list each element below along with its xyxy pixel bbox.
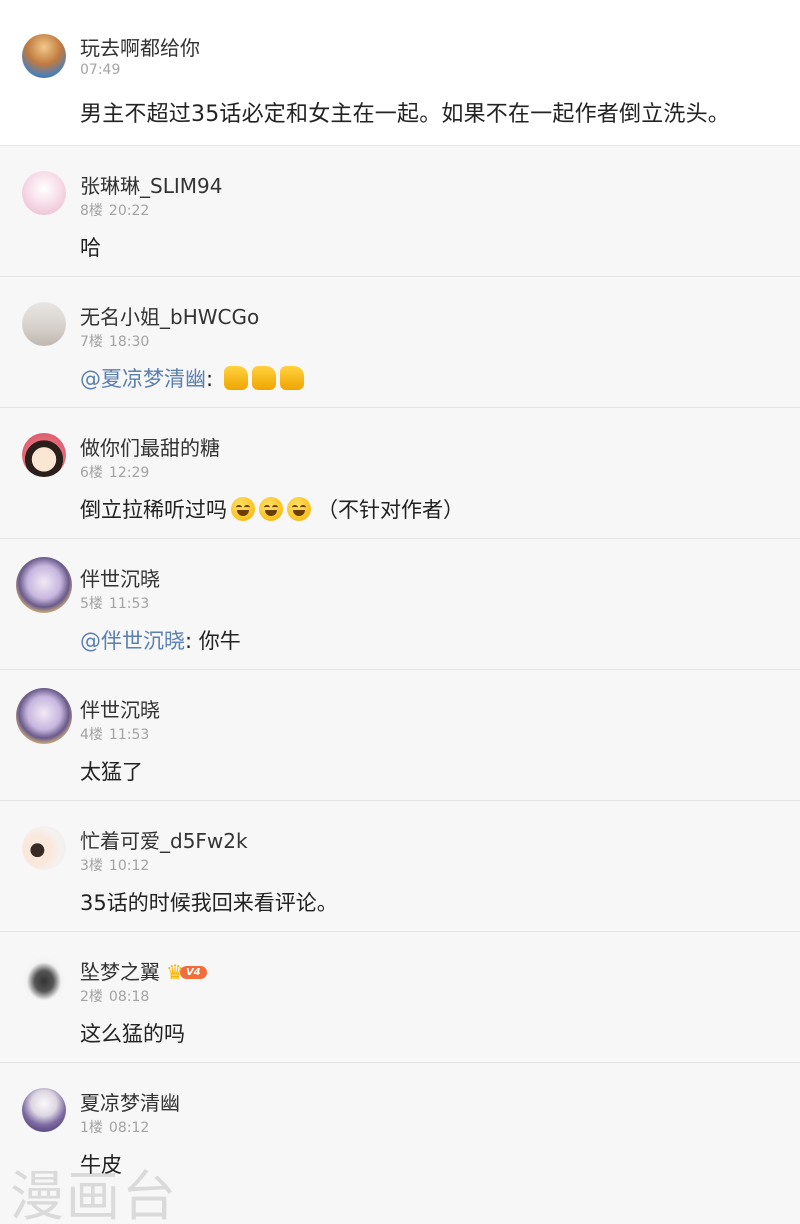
silver-hair-avatar[interactable]	[22, 1088, 66, 1132]
floor-number: 3楼	[80, 858, 103, 874]
floor-number: 5楼	[80, 596, 103, 612]
reply-text: 哈	[80, 236, 101, 260]
username-text: 坠梦之翼	[80, 960, 160, 984]
reply-meta: 7楼 18:30	[80, 331, 149, 351]
reply-time: 12:29	[108, 465, 150, 481]
main-comment: 玩去啊都给你 07:49 男主不超过35话必定和女主在一起。如果不在一起作者倒立…	[0, 0, 800, 146]
floor-number: 4楼	[80, 727, 103, 743]
reply-time: 08:18	[108, 989, 150, 1005]
post-timestamp: 07:49	[80, 62, 120, 78]
floor-number: 7楼	[80, 334, 103, 350]
reply-item[interactable]: 坠梦之翼 ♛ V4 2楼 08:18 这么猛的吗	[0, 932, 800, 1063]
reply-item[interactable]: 张琳琳_SLIM94 8楼 20:22 哈	[0, 146, 800, 277]
anime-character-avatar[interactable]	[16, 688, 72, 744]
reply-time: 18:30	[108, 334, 150, 350]
reply-meta: 6楼 12:29	[80, 462, 149, 482]
reply-text-content: :	[206, 367, 220, 391]
post-username[interactable]: 玩去啊都给你	[80, 32, 200, 61]
thumbs-up-icon	[251, 366, 276, 390]
vip-level: V4	[179, 966, 207, 979]
pink-anime-girl-avatar[interactable]	[22, 171, 66, 215]
reply-time: 08:12	[108, 1120, 150, 1136]
laugh-cry-icon	[231, 497, 255, 521]
reply-text: 35话的时候我回来看评论。	[80, 891, 338, 915]
reply-username[interactable]: 张琳琳_SLIM94	[80, 170, 222, 199]
vip-badge: ♛ V4	[166, 958, 207, 984]
reply-text: 这么猛的吗	[80, 1022, 185, 1046]
reply-text: 太猛了	[80, 760, 143, 784]
reply-meta: 2楼 08:18	[80, 986, 149, 1006]
reply-text-suffix: （不针对作者）	[317, 498, 464, 522]
anime-character-avatar[interactable]	[16, 557, 72, 613]
reply-item[interactable]: 伴世沉晓 5楼 11:53 @伴世沉晓: 你牛	[0, 539, 800, 670]
reply-item[interactable]: 做你们最甜的糖 6楼 12:29 倒立拉稀听过吗 （不针对作者）	[0, 408, 800, 539]
reply-time: 20:22	[108, 203, 150, 219]
reply-time: 11:53	[108, 727, 150, 743]
reply-username[interactable]: 夏凉梦清幽	[80, 1087, 180, 1116]
reply-meta: 5楼 11:53	[80, 593, 149, 613]
reply-username[interactable]: 伴世沉晓	[80, 694, 160, 723]
reply-text: @伴世沉晓: 你牛	[80, 625, 241, 655]
reply-time: 10:12	[108, 858, 150, 874]
post-time: 07:49	[80, 62, 121, 78]
reply-text: 倒立拉稀听过吗 （不针对作者）	[80, 494, 464, 524]
reply-username[interactable]: 坠梦之翼 ♛ V4	[80, 956, 207, 985]
reply-username[interactable]: 忙着可爱_d5Fw2k	[80, 825, 248, 854]
laugh-cry-icon	[287, 497, 311, 521]
post-text: 男主不超过35话必定和女主在一起。如果不在一起作者倒立洗头。	[80, 102, 730, 127]
reply-meta: 3楼 10:12	[80, 855, 149, 875]
floor-number: 6楼	[80, 465, 103, 481]
couple-avatar[interactable]	[22, 826, 66, 870]
thumbs-up-icon	[223, 366, 248, 390]
reply-username[interactable]: 伴世沉晓	[80, 563, 160, 592]
castle-avatar[interactable]	[22, 34, 66, 78]
reply-item[interactable]: 无名小姐_bHWCGo 7楼 18:30 @夏凉梦清幽:	[0, 277, 800, 408]
reply-meta: 8楼 20:22	[80, 200, 149, 220]
reply-text: @夏凉梦清幽:	[80, 363, 304, 393]
watermark-logo: 漫画台	[10, 1165, 178, 1224]
floor-number: 2楼	[80, 989, 103, 1005]
mention-link[interactable]: @夏凉梦清幽	[80, 367, 206, 391]
reply-item[interactable]: 忙着可爱_d5Fw2k 3楼 10:12 35话的时候我回来看评论。	[0, 801, 800, 932]
reply-text-content: : 你牛	[185, 629, 241, 653]
reply-item[interactable]: 伴世沉晓 4楼 11:53 太猛了	[0, 670, 800, 801]
chibi-boy-avatar[interactable]	[22, 433, 66, 477]
floor-number: 1楼	[80, 1120, 103, 1136]
reply-text-content: 倒立拉稀听过吗	[80, 498, 227, 522]
laugh-cry-icon	[259, 497, 283, 521]
reply-time: 11:53	[108, 596, 150, 612]
reply-meta: 1楼 08:12	[80, 1117, 149, 1137]
reply-username[interactable]: 无名小姐_bHWCGo	[80, 301, 259, 330]
thumbs-up-icon	[279, 366, 304, 390]
reply-meta: 4楼 11:53	[80, 724, 149, 744]
floor-number: 8楼	[80, 203, 103, 219]
wings-avatar[interactable]	[22, 957, 66, 1001]
mention-link[interactable]: @伴世沉晓	[80, 629, 185, 653]
beach-photo-avatar[interactable]	[22, 302, 66, 346]
reply-username[interactable]: 做你们最甜的糖	[80, 432, 220, 461]
